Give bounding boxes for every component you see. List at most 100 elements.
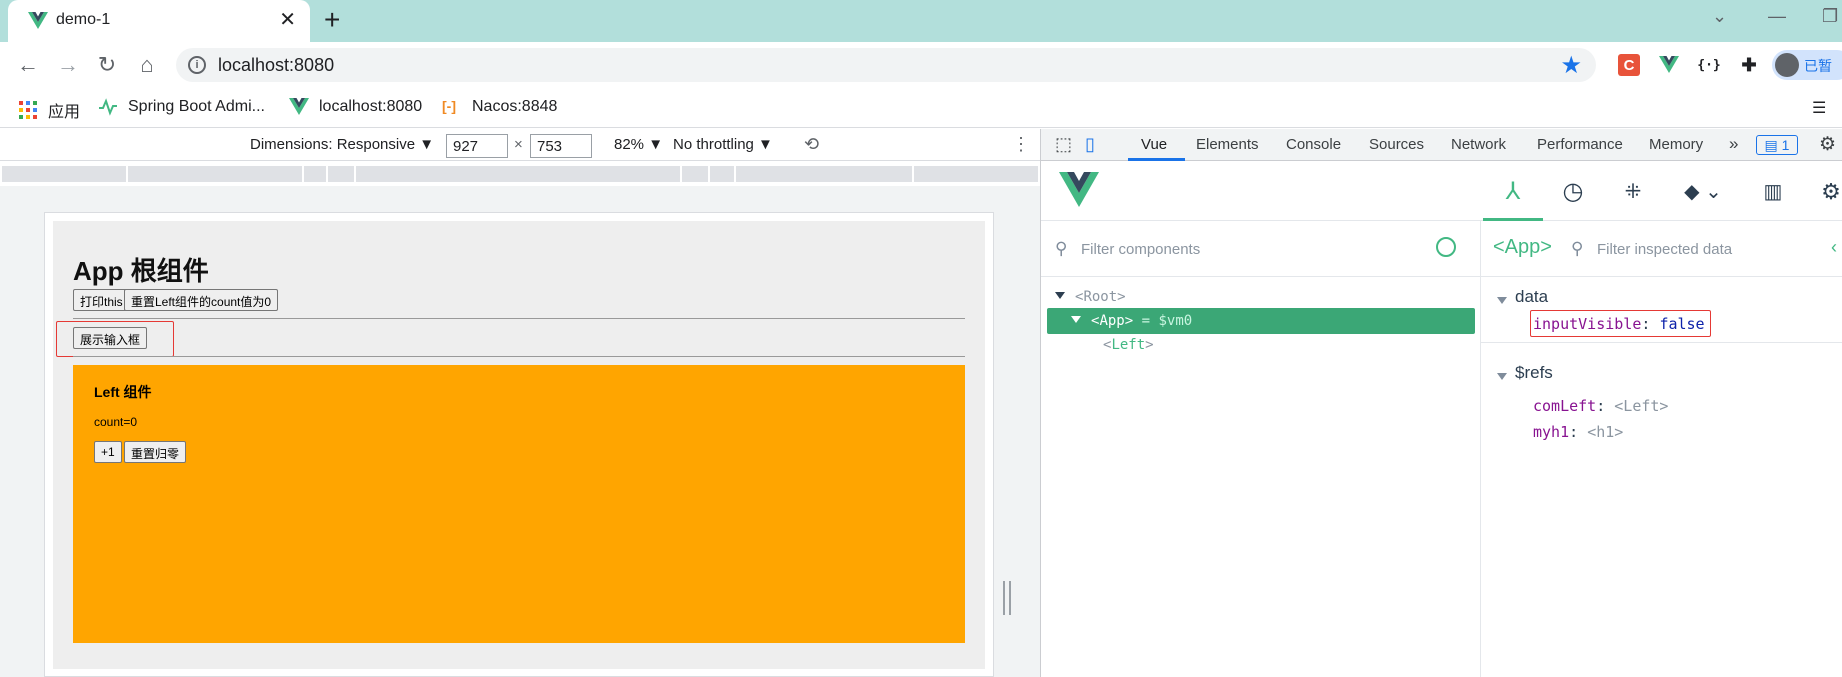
timeline-icon[interactable]: ◷ — [1558, 177, 1588, 207]
print-this-button[interactable]: 打印this — [73, 289, 130, 311]
vue-logo-icon — [28, 12, 48, 29]
vue-logo-icon — [1059, 172, 1099, 207]
bookmark-label: localhost:8080 — [319, 98, 423, 115]
rotate-icon[interactable]: ⟲ — [804, 134, 819, 155]
viewport-resize-handle[interactable] — [1003, 581, 1011, 615]
bookmark-spring-boot-admin[interactable]: Spring Boot Admi... — [98, 98, 265, 116]
ref-prop-com-left[interactable]: comLeft: <Left> — [1533, 397, 1668, 415]
filter-components[interactable]: ⚲ Filter components — [1041, 221, 1481, 277]
filter-inspected-data-input[interactable]: Filter inspected data — [1597, 241, 1732, 258]
c-extension-icon[interactable]: C — [1618, 54, 1640, 76]
section-title: data — [1515, 287, 1549, 306]
new-tab-button[interactable]: + — [324, 6, 340, 34]
tab-performance[interactable]: Performance — [1537, 136, 1623, 153]
dimension-separator: × — [514, 136, 523, 153]
tree-node-root[interactable]: <Root> — [1055, 284, 1126, 310]
tab-network[interactable]: Network — [1451, 136, 1506, 153]
tree-node-app[interactable]: <App> = $vm0 — [1047, 308, 1475, 334]
vue-logo-icon — [289, 98, 309, 115]
section-title: $refs — [1515, 363, 1553, 382]
reset-count-button[interactable]: 重置归零 — [124, 441, 187, 463]
reading-list-icon[interactable]: ☰ — [1812, 98, 1826, 118]
bookmark-apps[interactable]: 应用 — [18, 98, 80, 122]
inspect-element-icon[interactable]: ⬚ — [1055, 134, 1072, 155]
nacos-icon: [-] — [442, 98, 456, 114]
bookmark-localhost[interactable]: localhost:8080 — [289, 98, 422, 116]
browser-tab[interactable]: demo-1 ✕ — [8, 0, 310, 42]
zoom-dropdown[interactable]: 82% ▼ — [614, 136, 663, 153]
app-root-component: App 根组件 打印this 重置Left组件的count值为0 展示输入框 L… — [53, 221, 985, 669]
width-input[interactable] — [446, 134, 508, 158]
tab-sources[interactable]: Sources — [1369, 136, 1424, 153]
settings-gear-icon[interactable]: ⚙ — [1819, 133, 1836, 156]
media-query-ruler[interactable] — [0, 162, 1040, 186]
restore-window-icon[interactable]: ❐ — [1822, 6, 1838, 27]
device-toolbar: Dimensions: Responsive ▼ × 82% ▼ No thro… — [0, 129, 1040, 161]
component-name: Root — [1083, 289, 1118, 305]
data-section: data inputVisible: false — [1481, 287, 1842, 343]
prop-key: myh1 — [1533, 423, 1570, 441]
show-input-button[interactable]: 展示输入框 — [73, 327, 148, 349]
more-tabs-icon[interactable]: » — [1729, 134, 1738, 154]
tab-title: demo-1 — [56, 11, 111, 28]
bookmarks-bar: 应用 Spring Boot Admi... localhost:8080 [-… — [0, 88, 1842, 128]
chevron-left-icon[interactable]: ‹ — [1831, 237, 1837, 258]
bookmark-label: Spring Boot Admi... — [128, 98, 265, 115]
throttling-dropdown[interactable]: No throttling ▼ — [673, 136, 773, 153]
message-count: 1 — [1781, 137, 1790, 153]
address-bar[interactable]: i localhost:8080 ★ — [176, 48, 1596, 82]
back-arrow-icon[interactable]: ← — [14, 51, 42, 79]
tab-search-icon[interactable]: ⌄ — [1712, 6, 1727, 27]
more-options-icon[interactable]: ⋮ — [1012, 134, 1030, 155]
collapse-arrow-icon[interactable] — [1497, 297, 1507, 304]
forward-arrow-icon[interactable]: → — [54, 51, 82, 79]
vm-reference: = $vm0 — [1133, 313, 1193, 329]
reload-icon[interactable]: ↻ — [93, 51, 121, 79]
minimize-window-icon[interactable]: — — [1768, 6, 1786, 27]
bookmark-nacos[interactable]: [-] Nacos:8848 — [442, 98, 557, 116]
settings-icon[interactable]: ⚙ — [1816, 177, 1842, 207]
expand-arrow-icon[interactable] — [1055, 291, 1065, 299]
chart-icon[interactable]: ▥ — [1758, 177, 1788, 207]
tab-vue[interactable]: Vue — [1141, 136, 1167, 153]
vue-devtools-extension-icon[interactable] — [1658, 54, 1680, 76]
increment-button[interactable]: +1 — [94, 441, 122, 463]
url-text: localhost:8080 — [218, 55, 335, 75]
router-icon[interactable]: ◆ ⌄ — [1678, 177, 1728, 207]
dimensions-dropdown[interactable]: Dimensions: Responsive ▼ — [250, 136, 434, 153]
puzzle-extensions-icon[interactable]: ✚ — [1738, 54, 1760, 76]
tab-console[interactable]: Console — [1286, 136, 1341, 153]
routes-icon[interactable]: ⁜ — [1618, 177, 1648, 207]
inspected-component-name: <App> — [1493, 236, 1552, 258]
reset-left-count-button[interactable]: 重置Left组件的count值为0 — [124, 289, 279, 311]
device-toggle-icon[interactable]: ▯ — [1085, 134, 1095, 155]
ref-prop-myh1[interactable]: myh1: <h1> — [1533, 423, 1623, 441]
component-name: Left — [1111, 337, 1146, 353]
tree-node-left[interactable]: <Left> — [1103, 332, 1154, 358]
messages-badge[interactable]: ▤ 1 — [1756, 135, 1798, 155]
height-input[interactable] — [530, 134, 592, 158]
bookmark-star-icon[interactable]: ★ — [1560, 51, 1582, 80]
inspector-header: <App> ⚲ Filter inspected data ‹ — [1481, 221, 1842, 277]
avatar — [1775, 53, 1799, 77]
expand-arrow-icon[interactable] — [1071, 315, 1081, 323]
profile-label: 已暂 — [1804, 58, 1832, 74]
home-icon[interactable]: ⌂ — [133, 51, 161, 79]
site-info-icon[interactable]: i — [188, 56, 206, 74]
close-tab-icon[interactable]: ✕ — [279, 8, 296, 32]
components-pane: ⚲ Filter components <Root> <App> = $vm0 … — [1041, 221, 1481, 677]
throttling-label: No throttling — [673, 136, 754, 153]
tab-memory[interactable]: Memory — [1649, 136, 1703, 153]
json-extension-icon[interactable]: {·} — [1697, 54, 1720, 76]
tab-elements[interactable]: Elements — [1196, 136, 1259, 153]
divider — [73, 318, 965, 319]
select-component-target-icon[interactable] — [1436, 237, 1456, 257]
profile-button[interactable]: 已暂 — [1772, 50, 1842, 80]
divider — [73, 356, 965, 357]
page-frame: App 根组件 打印this 重置Left组件的count值为0 展示输入框 L… — [44, 212, 994, 677]
search-icon: ⚲ — [1571, 239, 1584, 258]
filter-components-input[interactable]: Filter components — [1081, 241, 1200, 258]
devtools-tabbar: ⬚ ▯ Vue Elements Console Sources Network… — [1041, 129, 1842, 161]
components-tree-icon[interactable]: ⅄ — [1498, 177, 1528, 207]
collapse-arrow-icon[interactable] — [1497, 373, 1507, 380]
